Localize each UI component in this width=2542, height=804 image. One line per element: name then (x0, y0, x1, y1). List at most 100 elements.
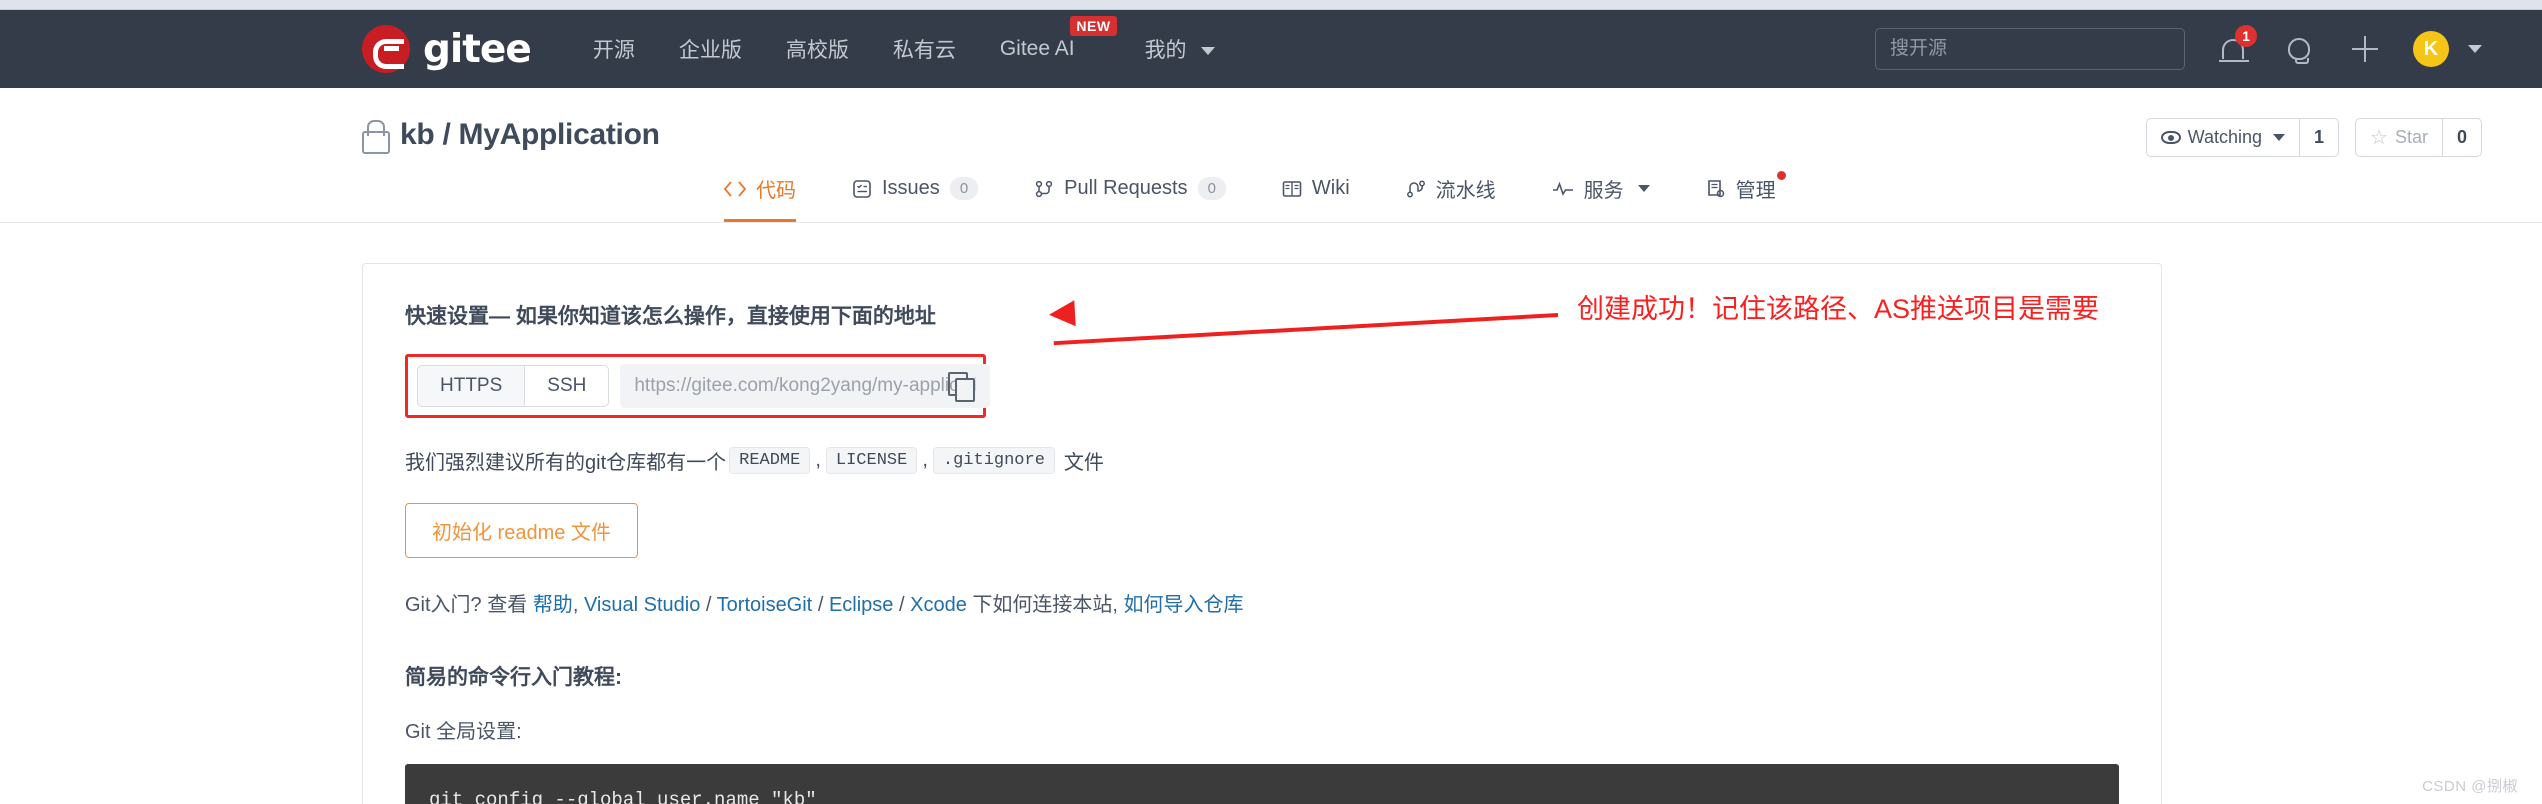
book-icon (1282, 180, 1302, 198)
quick-setup-panel: 快速设置— 如果你知道该怎么操作，直接使用下面的地址 HTTPS SSH 创建成… (362, 263, 2162, 804)
repository-tabs: 代码 Issues 0 Pull Requests 0 Wiki 流水线 服务 … (362, 171, 2482, 222)
copy-icon[interactable] (948, 372, 976, 402)
tab-label: 代码 (756, 180, 796, 202)
help-button[interactable] (2281, 31, 2317, 67)
nav-item-opensource[interactable]: 开源 (593, 34, 635, 64)
git-intro-prefix: Git入门? (405, 594, 482, 616)
pipeline-icon (1406, 179, 1426, 199)
nav-item-label: 企业版 (678, 39, 742, 62)
import-repo-link[interactable]: 如何导入仓库 (1124, 594, 1244, 616)
protocol-ssh-button[interactable]: SSH (525, 365, 610, 407)
tab-code[interactable]: 代码 (724, 174, 796, 222)
comma-separator: , (572, 594, 579, 616)
pull-request-icon (1034, 179, 1054, 199)
nav-item-label: 开源 (592, 39, 635, 62)
tab-label: Wiki (1311, 177, 1350, 199)
star-button-group: ☆ Star 0 (2355, 118, 2482, 157)
tab-label: 服务 (1583, 180, 1624, 202)
file-chip-license: LICENSE (825, 447, 918, 474)
quick-setup-heading: 快速设置— 如果你知道该怎么操作，直接使用下面的地址 (405, 305, 936, 328)
clone-url-input[interactable] (620, 364, 991, 408)
manage-icon (1706, 179, 1726, 199)
browser-chrome-strip (0, 0, 2542, 10)
tab-label: Pull Requests (1064, 177, 1188, 199)
manage-notification-dot (1776, 171, 1786, 180)
init-readme-button[interactable]: 初始化 readme 文件 (405, 503, 638, 558)
tab-count: 0 (949, 176, 979, 201)
create-new-button[interactable] (2347, 31, 2383, 67)
watch-button-group: Watching 1 (2145, 118, 2340, 157)
chevron-down-icon (2468, 45, 2482, 53)
notifications-button[interactable]: 1 (2215, 25, 2257, 67)
gitee-repository-page: gitee 开源 企业版 高校版 私有云 Gitee AI NEW 我的 搜开源… (0, 0, 2542, 804)
navbar-menu: 开源 企业版 高校版 私有云 Gitee AI NEW 我的 (593, 16, 1260, 64)
watch-count[interactable]: 1 (2300, 118, 2340, 157)
gitee-logo-text: gitee (423, 26, 532, 72)
tab-label: 流水线 (1435, 180, 1496, 202)
star-icon: ☆ (2370, 126, 2388, 149)
tab-services[interactable]: 服务 (1552, 174, 1650, 222)
chevron-down-icon (2273, 134, 2286, 141)
repo-files-advice: 我们强烈建议所有的git仓库都有一个 README , LICENSE , .g… (405, 446, 2119, 475)
navbar-right-group: 1 K (1875, 25, 2482, 70)
slash-separator: / (705, 594, 712, 616)
star-button[interactable]: ☆ Star (2355, 118, 2443, 157)
tab-issues[interactable]: Issues 0 (852, 176, 979, 220)
service-icon (1552, 181, 1574, 197)
help-link[interactable]: 帮助 (533, 594, 573, 616)
repository-actions: Watching 1 ☆ Star 0 (2145, 118, 2482, 157)
advice-suffix: 文件 (1063, 452, 1104, 474)
user-menu[interactable]: K (2413, 31, 2482, 67)
repository-header: kb / MyApplication Watching 1 ☆ Star 0 代… (0, 88, 2542, 223)
advice-prefix: 我们强烈建议所有的git仓库都有一个 (405, 452, 727, 474)
clone-url-highlight-box: HTTPS SSH (405, 354, 991, 418)
eye-icon (2160, 131, 2181, 144)
tab-count: 0 (1197, 176, 1226, 201)
chevron-down-icon (1201, 47, 1216, 56)
protocol-https-button[interactable]: HTTPS (417, 365, 526, 407)
nav-item-gitee-ai[interactable]: Gitee AI NEW (1000, 16, 1117, 61)
code-icon (724, 180, 746, 198)
tab-pull-requests[interactable]: Pull Requests 0 (1034, 176, 1226, 220)
new-badge: NEW (1070, 16, 1117, 36)
global-config-label: Git 全局设置: (405, 721, 522, 743)
avatar: K (2413, 31, 2449, 67)
star-count[interactable]: 0 (2442, 118, 2482, 157)
nav-item-education[interactable]: 高校版 (786, 34, 849, 64)
visual-studio-link[interactable]: Visual Studio (584, 594, 700, 616)
git-intro-middle: 下如何连接本站, (972, 594, 1118, 616)
gitee-logo[interactable]: gitee (362, 25, 532, 73)
nav-item-label: 私有云 (892, 39, 956, 62)
notification-count-badge: 1 (2235, 25, 2257, 47)
comma-separator: , (815, 449, 821, 471)
lightbulb-icon (2288, 38, 2310, 64)
tab-pipeline[interactable]: 流水线 (1406, 174, 1496, 222)
main-content: 快速设置— 如果你知道该怎么操作，直接使用下面的地址 HTTPS SSH 创建成… (0, 223, 2542, 804)
star-label: Star (2394, 127, 2428, 147)
tab-wiki[interactable]: Wiki (1282, 177, 1350, 219)
nav-item-mine[interactable]: 我的 (1145, 34, 1216, 64)
search-input[interactable] (1875, 28, 2185, 70)
watch-label: Watching (2187, 127, 2263, 147)
comma-separator: , (922, 449, 928, 471)
navbar-left-group: gitee 开源 企业版 高校版 私有云 Gitee AI NEW 我的 (0, 16, 1260, 73)
page-title: kb / MyApplication (400, 118, 660, 151)
nav-item-enterprise[interactable]: 企业版 (679, 34, 742, 64)
file-chip-gitignore: .gitignore (932, 447, 1055, 474)
chevron-down-icon (1637, 185, 1650, 192)
eclipse-link[interactable]: Eclipse (829, 594, 893, 616)
nav-item-private-cloud[interactable]: 私有云 (893, 34, 956, 64)
issues-icon (852, 179, 872, 199)
watch-button[interactable]: Watching (2145, 118, 2301, 157)
tortoisegit-link[interactable]: TortoiseGit (717, 594, 813, 616)
nav-item-label: 我的 (1144, 39, 1187, 62)
xcode-link[interactable]: Xcode (910, 594, 967, 616)
protocol-toggle: HTTPS SSH (417, 365, 610, 407)
top-navbar: gitee 开源 企业版 高校版 私有云 Gitee AI NEW 我的 搜开源… (0, 10, 2542, 88)
tab-label: 管理 (1735, 180, 1776, 202)
watermark: CSDN @捌椒 (2422, 778, 2518, 795)
tab-label: Issues (882, 177, 940, 199)
slash-separator: / (817, 594, 824, 616)
tab-manage[interactable]: 管理 (1706, 171, 1786, 222)
slash-separator: / (898, 594, 905, 616)
